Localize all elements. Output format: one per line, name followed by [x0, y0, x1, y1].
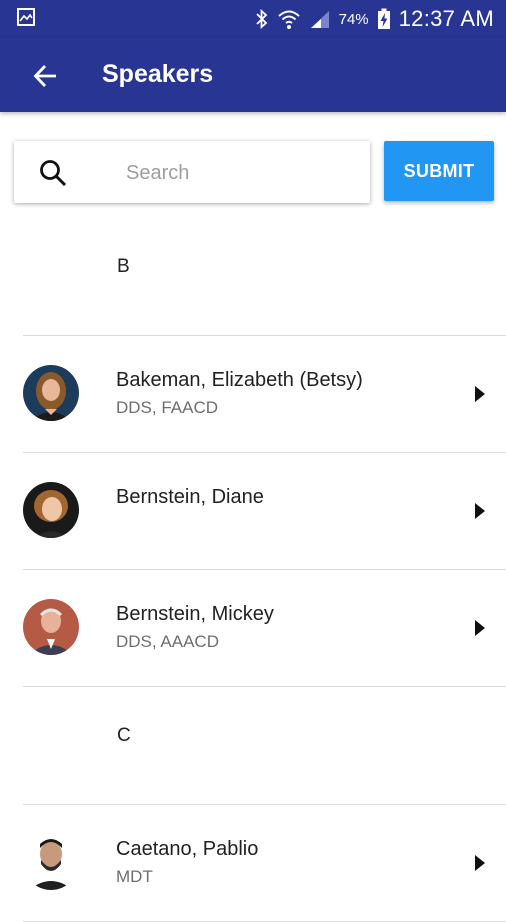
section-header-c: C [23, 687, 506, 805]
speaker-name: Bakeman, Elizabeth (Betsy) [116, 369, 363, 391]
section-header-b: B [23, 218, 506, 336]
arrow-back-icon[interactable] [32, 62, 60, 90]
chevron-right-icon [475, 620, 485, 636]
avatar [23, 599, 79, 655]
avatar [23, 365, 79, 421]
speaker-name: Bernstein, Diane [116, 486, 264, 508]
speaker-name: Caetano, Pablio [116, 838, 259, 860]
bluetooth-icon [255, 9, 267, 29]
search-icon [40, 160, 67, 187]
wifi-icon [277, 10, 300, 29]
speaker-row-caetano[interactable]: Caetano, Pablio MDT [23, 805, 506, 922]
battery-percent: 74% [338, 10, 369, 28]
speaker-row-bakeman[interactable]: Bakeman, Elizabeth (Betsy) DDS, FAACD [23, 336, 506, 453]
section-letter: C [117, 725, 131, 746]
submit-button[interactable]: SUBMIT [384, 141, 494, 201]
signal-icon [310, 11, 329, 28]
status-bar: 74% 12:37 AM [0, 0, 506, 38]
section-letter: B [117, 256, 130, 277]
speaker-name: Bernstein, Mickey [116, 603, 274, 625]
clock: 12:37 AM [398, 6, 494, 31]
speaker-credentials: DDS, AAACD [116, 632, 219, 651]
battery-charging-icon [377, 8, 390, 29]
search-input[interactable] [124, 155, 358, 191]
speaker-credentials: DDS, FAACD [116, 398, 219, 417]
chevron-right-icon [475, 855, 485, 871]
chevron-right-icon [475, 386, 485, 402]
page-title: Speakers [102, 60, 214, 88]
chevron-right-icon [475, 503, 485, 519]
gallery-notification-icon [17, 8, 35, 26]
search-box [14, 141, 370, 203]
speaker-list: B Bakeman, Elizabeth (Betsy) DDS, FAACD … [0, 218, 506, 922]
speaker-row-bernstein-diane[interactable]: Bernstein, Diane [23, 453, 506, 570]
avatar [23, 834, 79, 890]
avatar [23, 482, 79, 538]
speaker-credentials: MDT [116, 867, 153, 886]
app-bar: Speakers [0, 38, 506, 112]
speaker-row-bernstein-mickey[interactable]: Bernstein, Mickey DDS, AAACD [23, 570, 506, 687]
